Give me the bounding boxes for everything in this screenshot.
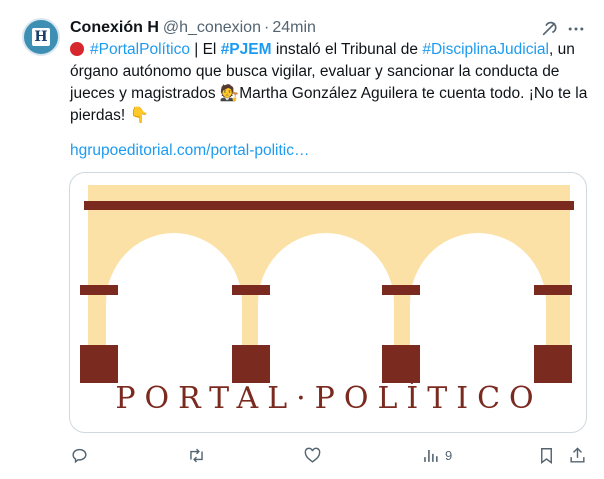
pillar-base <box>534 345 572 383</box>
pillar-base <box>232 345 270 383</box>
hashtag-disciplina-judicial[interactable]: #DisciplinaJudicial <box>422 41 549 58</box>
bookmark-button[interactable] <box>537 441 556 469</box>
judge-emoji-icon: 🧑‍⚖️ <box>219 85 240 102</box>
reply-button[interactable] <box>70 441 89 469</box>
text-segment: instaló el Tribunal de <box>271 41 423 58</box>
action-bar: 9 <box>0 441 604 469</box>
pointing-down-emoji-icon: 👇 <box>129 107 149 124</box>
card-logo-text: PORTAL·POLÍTICO <box>115 381 543 416</box>
reply-icon <box>72 448 87 463</box>
timestamp[interactable]: 24min <box>272 19 316 37</box>
pillar-base <box>382 345 420 383</box>
pillar-capital <box>80 285 118 295</box>
tweet-link[interactable]: hgrupoeditorial.com/portal-politic… <box>70 142 310 160</box>
author-handle[interactable]: @h_conexion <box>163 19 261 37</box>
text-segment: | El <box>189 41 221 58</box>
grok-icon[interactable] <box>539 19 559 39</box>
red-circle-icon <box>70 42 84 56</box>
more-icon[interactable] <box>566 19 586 39</box>
pillar-base <box>80 345 118 383</box>
retweet-button[interactable] <box>187 441 206 469</box>
like-icon <box>304 447 321 463</box>
views-button[interactable]: 9 <box>421 441 452 469</box>
tweet-header: Conexión H @h_conexion · 24min <box>70 18 316 38</box>
avatar[interactable]: H <box>22 18 60 56</box>
arch-beam <box>84 201 574 210</box>
share-icon <box>570 446 585 463</box>
author-name[interactable]: Conexión H <box>70 19 159 37</box>
views-count: 9 <box>445 447 453 463</box>
hashtag-pjem[interactable]: #PJEM <box>221 41 272 58</box>
pillar-capital <box>534 285 572 295</box>
hashtag-portal-politico[interactable]: #PortalPolítico <box>90 41 190 58</box>
arch-wall <box>88 185 570 355</box>
share-button[interactable] <box>568 441 587 469</box>
bookmark-icon <box>541 447 552 464</box>
views-icon <box>424 449 438 462</box>
pillar-capital <box>382 285 420 295</box>
link-card[interactable]: PORTAL·POLÍTICO <box>69 172 587 433</box>
avatar-logo-icon: H <box>32 28 50 46</box>
tweet-text: #PortalPolítico | El #PJEM instaló el Tr… <box>70 39 590 127</box>
tweet[interactable]: H Conexión H @h_conexion · 24min #Portal… <box>0 0 604 479</box>
pillar-capital <box>232 285 270 295</box>
like-button[interactable] <box>303 441 322 469</box>
retweet-icon <box>190 448 203 462</box>
header-separator: · <box>263 19 270 36</box>
